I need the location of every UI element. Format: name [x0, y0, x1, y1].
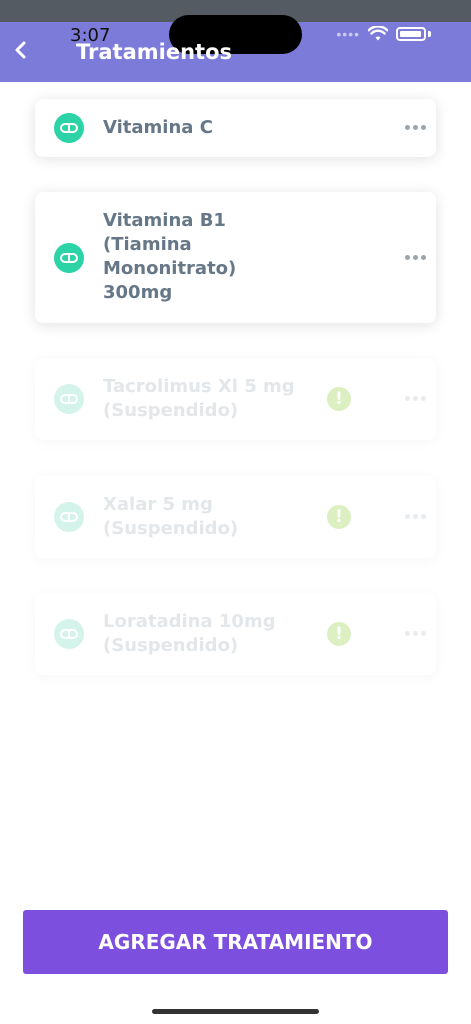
treatment-name-line: (Suspendido)	[103, 518, 239, 539]
treatment-card-loratadina[interactable]: Loratadina 10mg (Suspendido) !	[35, 593, 436, 675]
treatment-name-line: (Tiamina	[103, 234, 192, 255]
treatment-name: Tacrolimus Xl 5 mg (Suspendido)	[103, 375, 295, 423]
pill-icon	[54, 502, 84, 532]
page-title: Tratamientos	[76, 40, 232, 64]
treatment-name-line: 300mg	[103, 282, 173, 303]
treatment-card-vitamina-c[interactable]: Vitamina C	[35, 99, 436, 157]
treatment-card-vitamina-b1[interactable]: Vitamina B1 (Tiamina Mononitrato) 300mg	[35, 192, 436, 323]
treatment-name-line: Tacrolimus Xl 5 mg	[103, 376, 295, 397]
treatment-name: Xalar 5 mg (Suspendido)	[103, 493, 238, 541]
treatment-name-line: Xalar 5 mg	[103, 494, 213, 515]
treatment-name: Vitamina B1 (Tiamina Mononitrato) 300mg	[103, 209, 236, 305]
more-options-icon[interactable]	[405, 255, 426, 260]
treatment-name: Vitamina C	[103, 117, 213, 138]
signal-dots-icon: ••••	[336, 26, 360, 42]
treatment-card-xalar[interactable]: Xalar 5 mg (Suspendido) !	[35, 476, 436, 558]
home-indicator[interactable]	[152, 1009, 319, 1014]
add-treatment-button[interactable]: AGREGAR TRATAMIENTO	[23, 910, 448, 974]
treatment-name-line: Mononitrato)	[103, 258, 237, 279]
exclamation-icon: !	[327, 505, 351, 529]
exclamation-icon: !	[327, 622, 351, 646]
treatment-name-line: (Suspendido)	[103, 400, 239, 421]
pill-icon	[54, 619, 84, 649]
pill-icon	[54, 384, 84, 414]
treatment-name-line: (Suspendido)	[103, 635, 239, 656]
pill-icon	[54, 113, 84, 143]
more-options-icon[interactable]	[405, 396, 426, 401]
treatment-name-line: Vitamina B1	[103, 210, 226, 231]
back-chevron-icon[interactable]	[10, 38, 34, 62]
battery-tip	[428, 31, 431, 37]
more-options-icon[interactable]	[405, 631, 426, 636]
exclamation-icon: !	[327, 387, 351, 411]
battery-icon	[396, 27, 426, 41]
wifi-icon	[368, 26, 388, 41]
pill-icon	[54, 243, 84, 273]
more-options-icon[interactable]	[405, 125, 426, 130]
treatment-name: Loratadina 10mg (Suspendido)	[103, 610, 276, 658]
treatment-name-line: Loratadina 10mg	[103, 611, 276, 632]
status-icons: ••••	[336, 26, 431, 42]
more-options-icon[interactable]	[405, 514, 426, 519]
treatment-card-tacrolimus[interactable]: Tacrolimus Xl 5 mg (Suspendido) !	[35, 358, 436, 440]
